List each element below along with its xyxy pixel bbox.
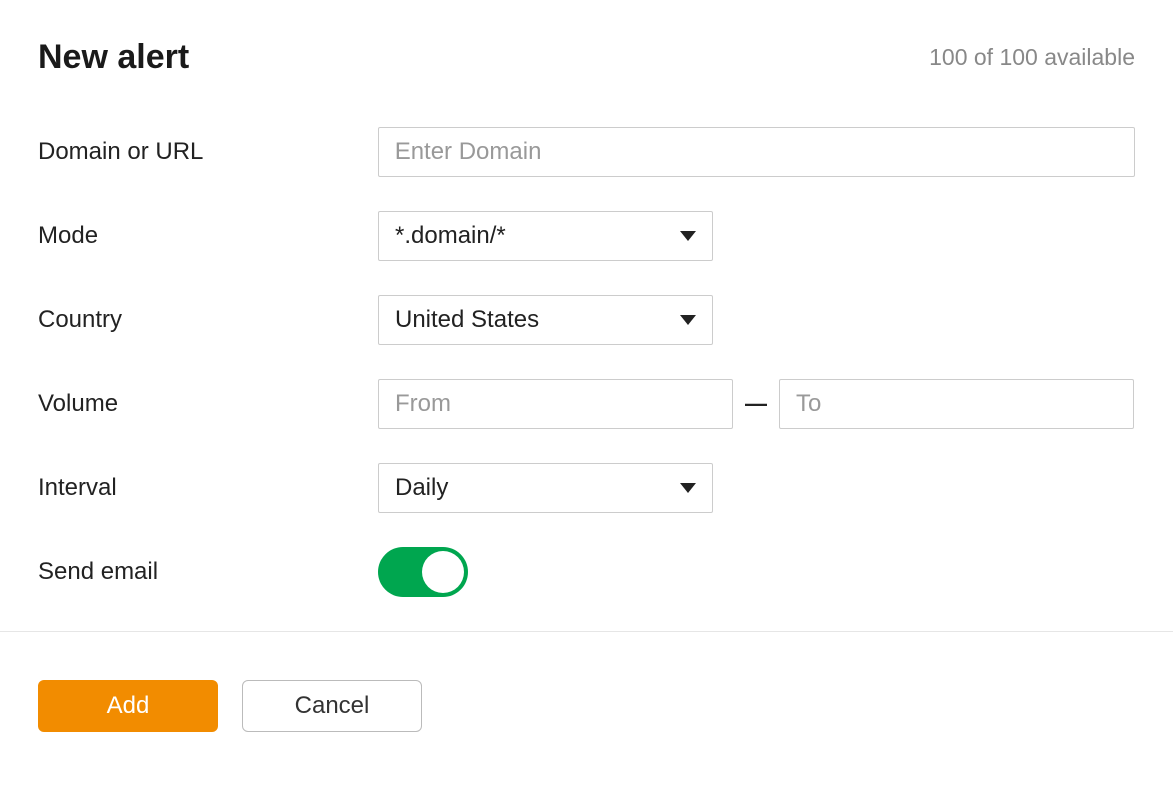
- interval-select[interactable]: Daily: [378, 463, 713, 513]
- mode-value: *.domain/*: [395, 222, 680, 250]
- range-separator: —: [745, 391, 767, 417]
- action-bar: Add Cancel: [38, 680, 1135, 732]
- add-button[interactable]: Add: [38, 680, 218, 732]
- divider: [0, 631, 1173, 632]
- volume-row: Volume —: [38, 379, 1135, 429]
- country-row: Country United States: [38, 295, 1135, 345]
- domain-label: Domain or URL: [38, 138, 378, 166]
- volume-to-input[interactable]: [779, 379, 1134, 429]
- page-title: New alert: [38, 38, 189, 77]
- chevron-down-icon: [680, 483, 696, 493]
- mode-row: Mode *.domain/*: [38, 211, 1135, 261]
- volume-from-input[interactable]: [378, 379, 733, 429]
- country-select[interactable]: United States: [378, 295, 713, 345]
- mode-select[interactable]: *.domain/*: [378, 211, 713, 261]
- mode-label: Mode: [38, 222, 378, 250]
- volume-group: —: [378, 379, 1134, 429]
- country-value: United States: [395, 306, 680, 334]
- interval-value: Daily: [395, 474, 680, 502]
- interval-label: Interval: [38, 474, 378, 502]
- send-email-row: Send email: [38, 547, 1135, 597]
- toggle-knob: [422, 551, 464, 593]
- chevron-down-icon: [680, 231, 696, 241]
- chevron-down-icon: [680, 315, 696, 325]
- cancel-button[interactable]: Cancel: [242, 680, 422, 732]
- form-header: New alert 100 of 100 available: [38, 38, 1135, 77]
- send-email-toggle[interactable]: [378, 547, 468, 597]
- available-count: 100 of 100 available: [929, 44, 1135, 71]
- domain-input[interactable]: [378, 127, 1135, 177]
- domain-row: Domain or URL: [38, 127, 1135, 177]
- interval-row: Interval Daily: [38, 463, 1135, 513]
- send-email-label: Send email: [38, 558, 378, 586]
- volume-label: Volume: [38, 390, 378, 418]
- country-label: Country: [38, 306, 378, 334]
